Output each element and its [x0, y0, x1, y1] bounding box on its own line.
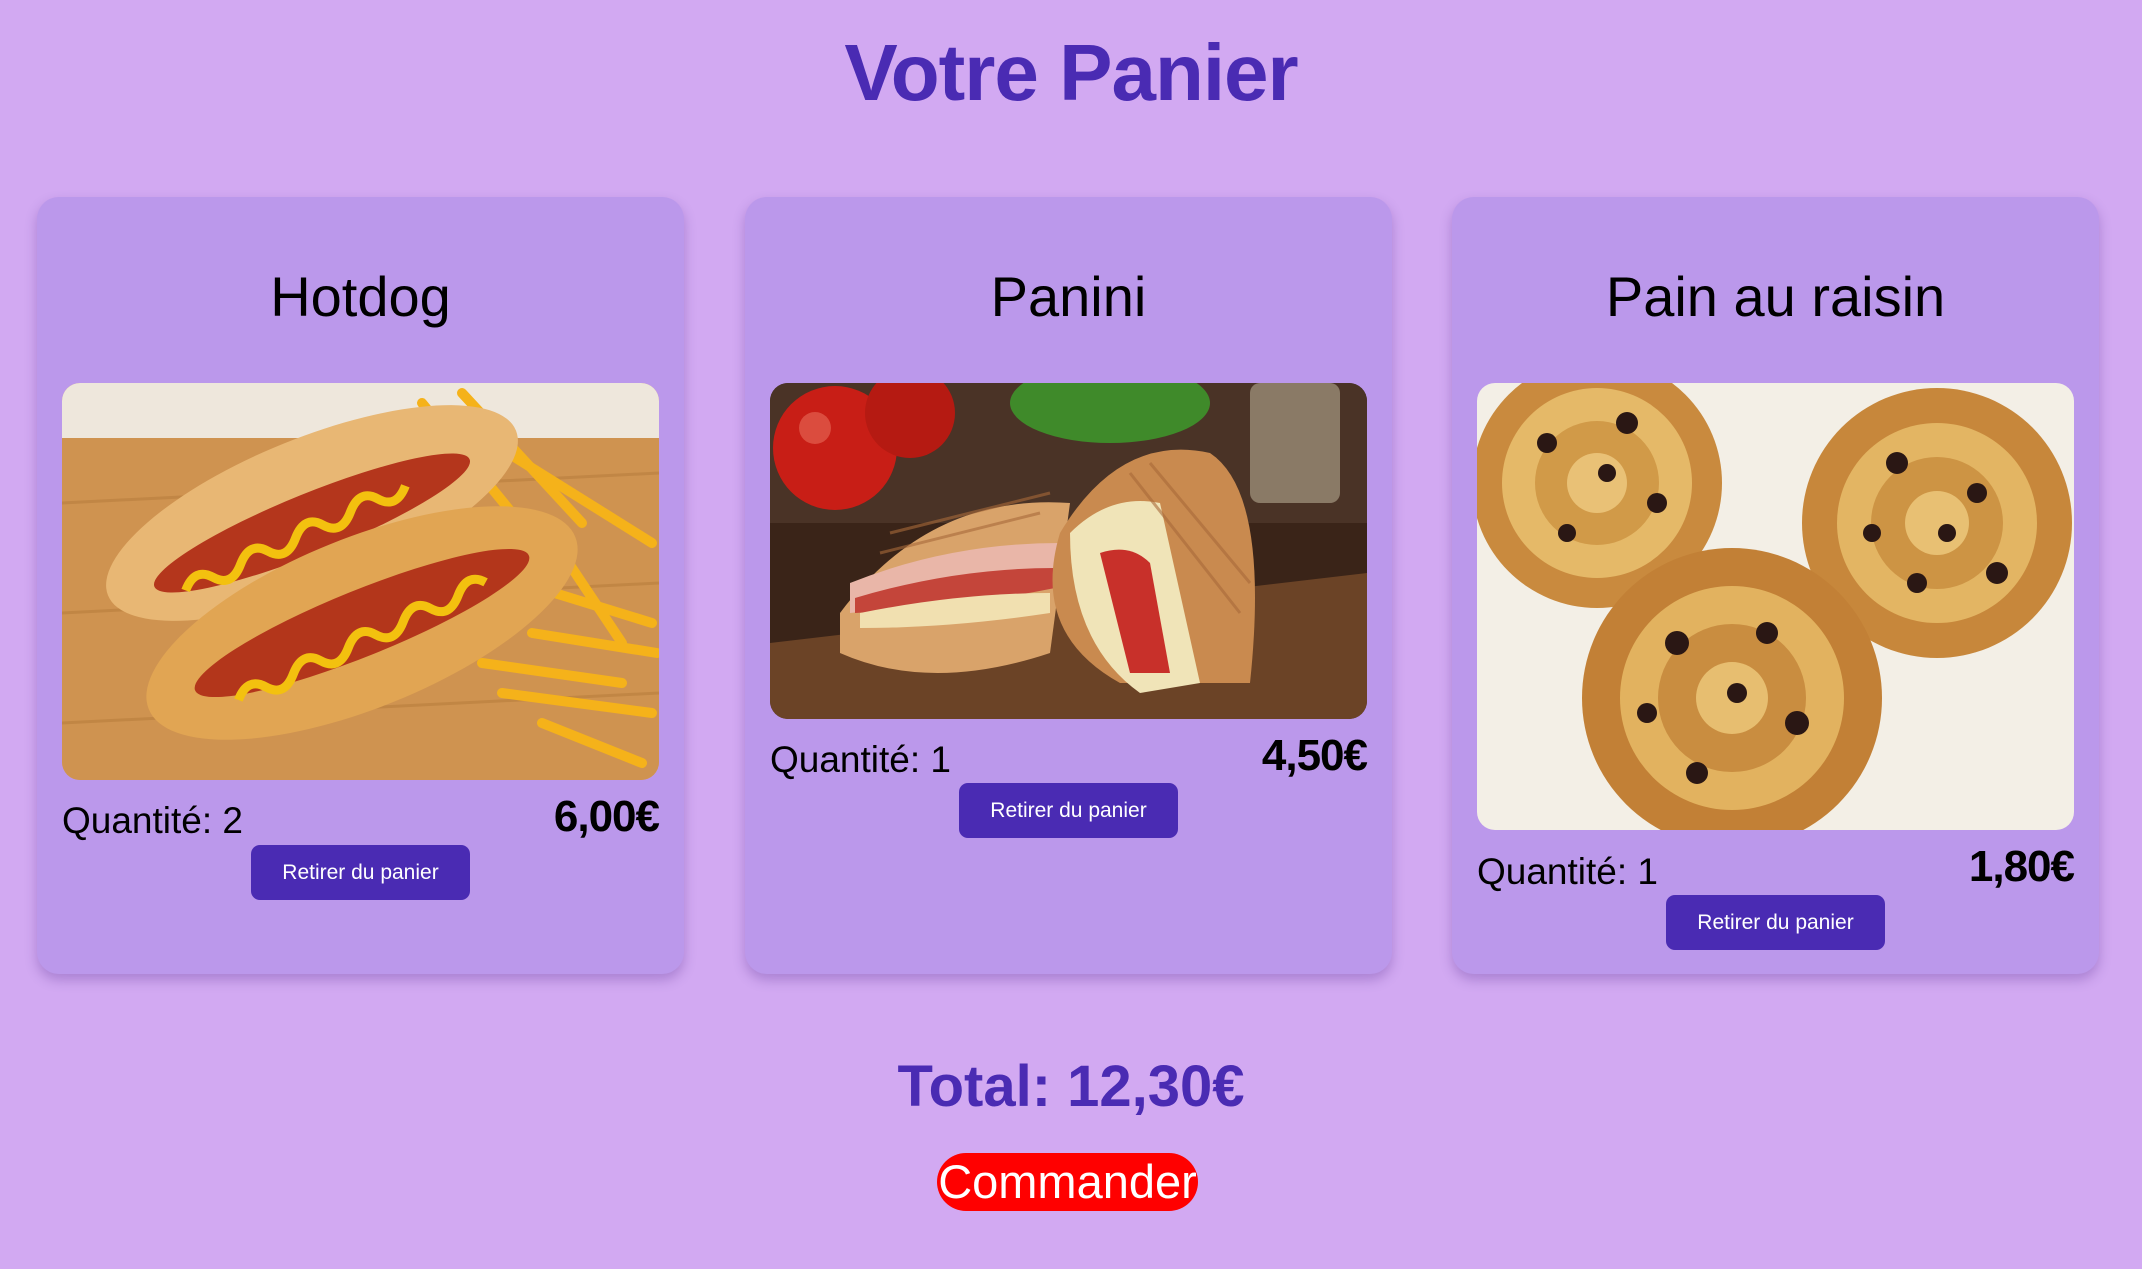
- quantity-label: Quantité: 2: [62, 800, 244, 841]
- cart-total: Total: 12,30€: [897, 1054, 1245, 1119]
- quantity-label: Quantité: 1: [1477, 851, 1659, 892]
- pain-au-raisin-image: [1477, 383, 2074, 830]
- cart-item-pain-au-raisin: Pain au raisin Quantité: 1 1,80€ Retirer…: [1452, 197, 2099, 974]
- quantity-label: Quantité: 1: [770, 739, 952, 780]
- item-price: 4,50€: [1261, 731, 1368, 780]
- cart-item-panini: Panini Quantité: 1 4,50€ Retirer du pani…: [745, 197, 1392, 974]
- item-price: 6,00€: [553, 792, 660, 841]
- hotdog-image: [62, 383, 659, 780]
- remove-from-cart-button[interactable]: Retirer du panier: [1666, 895, 1885, 950]
- item-name: Panini: [990, 265, 1147, 328]
- panini-image: [770, 383, 1367, 719]
- remove-from-cart-button[interactable]: Retirer du panier: [251, 845, 470, 900]
- order-button[interactable]: Commander: [937, 1153, 1198, 1211]
- item-name: Pain au raisin: [1605, 265, 1946, 328]
- item-price: 1,80€: [1968, 842, 2075, 891]
- item-name: Hotdog: [270, 265, 451, 328]
- page-title: Votre Panier: [844, 28, 1298, 117]
- cart-item-hotdog: Hotdog Quantité: 2 6,00€ Retirer du pani…: [37, 197, 684, 974]
- remove-from-cart-button[interactable]: Retirer du panier: [959, 783, 1178, 838]
